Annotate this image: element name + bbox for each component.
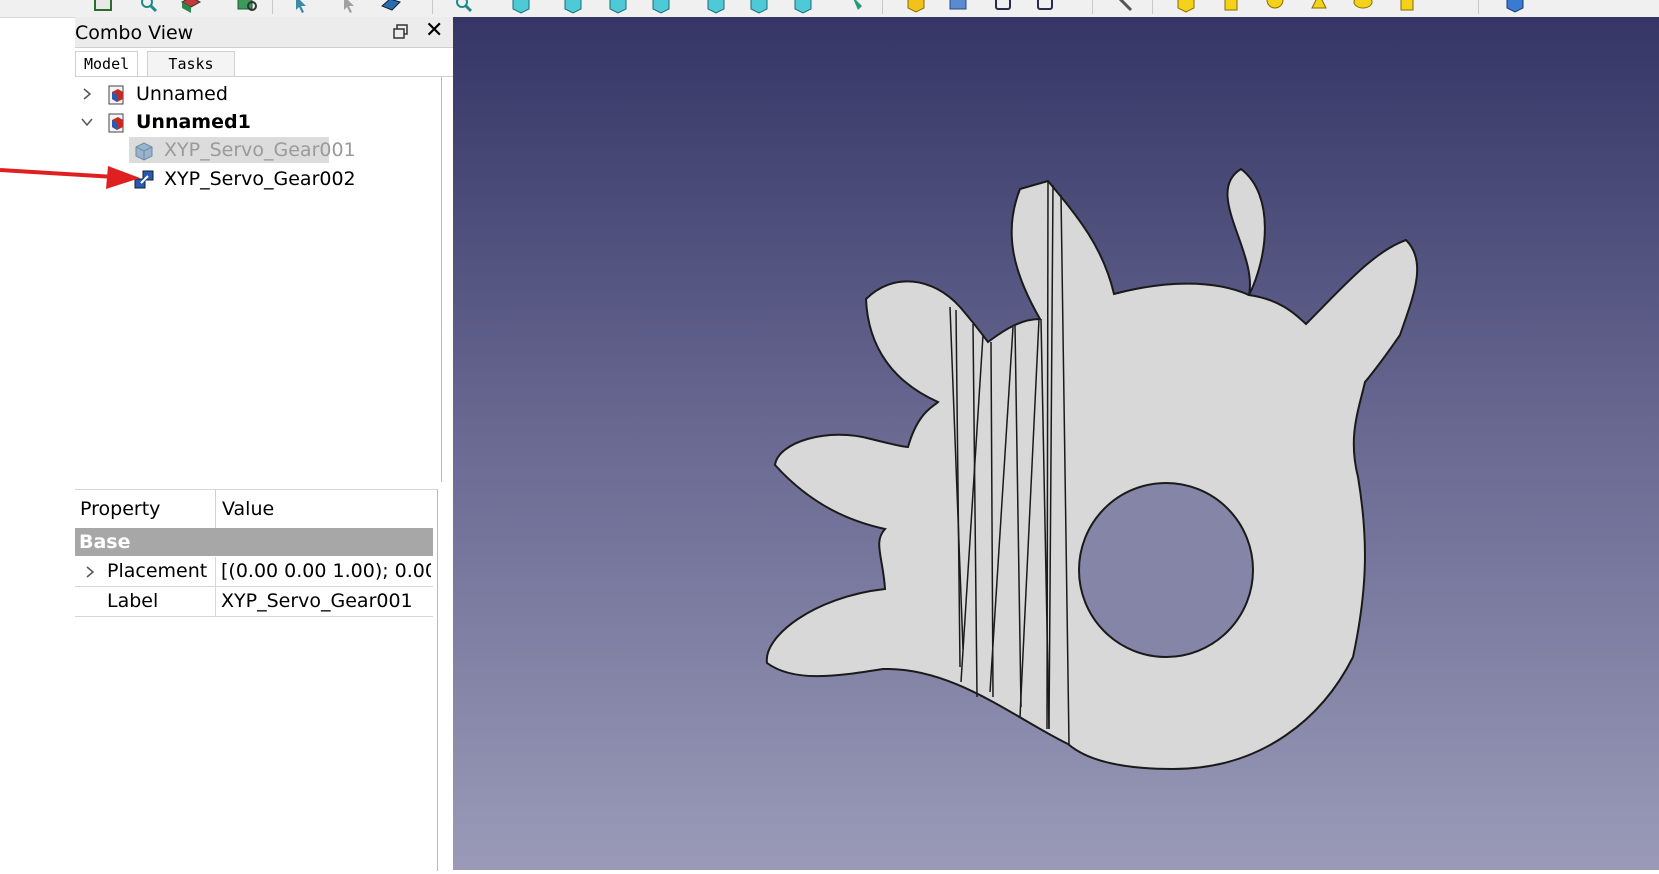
combo-tabs: Model Tasks [75,51,453,77]
tree-item-gear002[interactable]: XYP_Servo_Gear002 [129,166,389,192]
tree-item-gear001[interactable]: XYP_Servo_Gear001 [129,137,356,163]
tree-item-unnamed[interactable]: Unnamed [75,81,441,107]
box-icon[interactable] [1175,0,1197,14]
tab-model[interactable]: Model [75,51,139,76]
combo-view-panel: Combo View ✕ Model Tasks Unnamed Unnamed… [75,17,453,871]
tree-item-label: Unnamed1 [136,111,251,133]
cylinder-icon[interactable] [1220,0,1242,14]
property-group-base[interactable]: Base [75,528,433,556]
fit-all-icon[interactable] [92,0,114,14]
document-icon [108,85,124,105]
model-tree: Unnamed Unnamed1 XYP_Servo_Gear001 XYP_S… [75,77,442,482]
property-value[interactable]: [(0.00 0.00 1.00); 0.00 °; ... [221,557,431,586]
sync-view-icon[interactable] [236,0,258,14]
chevron-right-icon[interactable] [80,87,94,101]
gear-model[interactable] [453,17,1659,870]
tree-item-unnamed1[interactable]: Unnamed1 [75,109,441,135]
tools-icon[interactable] [1113,0,1135,14]
link-sub-icon[interactable] [1034,0,1056,14]
left-view-icon[interactable] [792,0,814,14]
float-panel-icon[interactable] [393,24,409,40]
zoom-icon[interactable] [452,0,474,14]
combo-view-title: Combo View [75,22,194,44]
pointer-2-icon[interactable] [338,0,360,14]
close-icon[interactable]: ✕ [425,20,443,42]
tree-item-label: Unnamed [136,83,228,105]
top-view-icon[interactable] [607,0,629,14]
property-row-placement[interactable]: Placement [(0.00 0.00 1.00); 0.00 °; ... [75,557,433,587]
annotation-arrow [0,166,140,189]
fit-selection-icon[interactable] [137,0,159,14]
tree-item-label: XYP_Servo_Gear001 [164,139,356,161]
gear-hole [1078,482,1254,658]
draw-style-icon[interactable] [180,0,202,14]
property-header: Property [80,498,161,520]
property-row-label[interactable]: Label XYP_Servo_Gear001 [75,587,433,617]
solid-icon [135,142,153,161]
property-name: Placement [107,560,208,582]
chevron-down-icon[interactable] [80,115,94,129]
property-editor: Property Value Base Placement [(0.00 0.0… [75,489,438,871]
toolbar [0,0,1659,18]
value-header: Value [222,498,275,520]
extra-icon[interactable] [1504,0,1526,14]
document-icon [108,113,124,133]
rear-view-icon[interactable] [705,0,727,14]
chevron-right-icon[interactable] [83,565,97,579]
tab-tasks[interactable]: Tasks [147,51,235,76]
property-name: Label [107,590,159,612]
iso-view-icon[interactable] [510,0,532,14]
pointer-icon[interactable] [290,0,312,14]
tree-item-label: XYP_Servo_Gear002 [164,168,356,190]
sphere-icon[interactable] [1264,0,1286,14]
cone-icon[interactable] [1308,0,1330,14]
group-icon[interactable] [947,0,969,14]
gear-body [765,167,1419,771]
link-icon[interactable] [992,0,1014,14]
property-value[interactable]: XYP_Servo_Gear001 [221,587,431,616]
tube-icon[interactable] [1396,0,1418,14]
right-view-icon[interactable] [650,0,672,14]
measure-icon[interactable] [848,0,870,14]
std-view-icon[interactable] [380,0,402,14]
front-view-icon[interactable] [562,0,584,14]
3d-viewport[interactable] [453,17,1659,870]
combo-view-titlebar: Combo View ✕ [75,17,453,48]
part-icon[interactable] [905,0,927,14]
bottom-view-icon[interactable] [748,0,770,14]
torus-icon[interactable] [1352,0,1374,14]
